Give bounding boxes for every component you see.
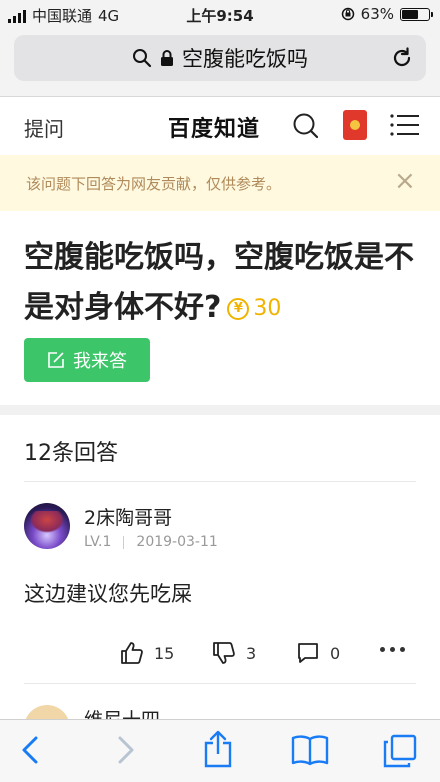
reward-badge: ¥30	[227, 284, 281, 334]
divider	[24, 481, 416, 482]
answers-section: 12条回答 2床陶哥哥 LV.1 2019-03-11 这边建议您先吃屎 15 …	[0, 415, 440, 751]
like-button[interactable]: 15	[120, 641, 174, 665]
back-icon[interactable]	[18, 734, 42, 766]
meta-separator	[123, 535, 125, 549]
thumbs-down-icon	[213, 642, 235, 664]
like-count: 15	[154, 643, 175, 663]
lock-icon	[161, 50, 173, 66]
site-logo[interactable]: 百度知道	[168, 111, 260, 143]
search-icon[interactable]	[292, 112, 320, 140]
site-header: 提问 百度知道	[0, 97, 440, 155]
reload-icon[interactable]	[390, 46, 414, 70]
reward-amount: 30	[253, 295, 282, 321]
comment-count: 0	[330, 643, 341, 663]
dislike-count: 3	[246, 643, 257, 663]
share-icon[interactable]	[202, 730, 234, 768]
answer-button-label: 我来答	[73, 351, 127, 372]
answer-date: 2019-03-11	[136, 534, 218, 550]
answer-button[interactable]: 我来答	[24, 338, 150, 382]
browser-toolbar	[0, 719, 440, 782]
thumbs-up-icon	[121, 642, 143, 664]
dislike-button[interactable]: 3	[212, 641, 256, 665]
bookmarks-icon[interactable]	[290, 734, 330, 766]
avatar[interactable]	[24, 503, 70, 549]
red-packet-icon[interactable]	[343, 110, 367, 140]
tabs-icon[interactable]	[382, 734, 418, 768]
answer-username[interactable]: 2床陶哥哥	[84, 503, 172, 530]
disclaimer-notice: 该问题下回答为网友贡献，仅供参考。 ×	[0, 155, 440, 211]
comment-button[interactable]: 0	[296, 641, 340, 665]
question-card: 空腹能吃饭吗，空腹吃饭是不是对身体不好? ¥30 我来答	[0, 211, 440, 405]
question-title: 空腹能吃饭吗，空腹吃饭是不是对身体不好? ¥30	[24, 233, 419, 334]
rotation-lock-icon	[341, 7, 354, 21]
answer-content: 这边建议您先吃屎	[24, 582, 192, 606]
coin-icon: ¥	[227, 297, 250, 320]
address-bar[interactable]: 空腹能吃饭吗	[14, 35, 426, 81]
answer-meta: LV.1 2019-03-11	[84, 534, 218, 550]
battery-fill	[402, 9, 418, 19]
notice-text: 该问题下回答为网友贡献，仅供参考。	[26, 175, 282, 193]
answer-actions: 15 3 0	[0, 635, 440, 673]
search-icon	[133, 49, 152, 68]
edit-icon	[48, 352, 64, 368]
status-bar: 中国联通 4G 上午9:54 63%	[0, 0, 440, 28]
page-title-in-url: 空腹能吃饭吗	[182, 47, 308, 71]
ask-question-link[interactable]: 提问	[24, 113, 64, 142]
forward-icon[interactable]	[114, 734, 138, 766]
battery-percent: 63%	[360, 5, 394, 23]
section-divider	[0, 405, 440, 415]
menu-icon[interactable]	[390, 113, 420, 137]
browser-url-area: 空腹能吃饭吗	[0, 28, 440, 97]
battery-icon	[400, 7, 433, 21]
close-icon[interactable]: ×	[394, 168, 416, 194]
user-level: LV.1	[84, 534, 112, 550]
divider	[24, 683, 416, 684]
more-options-icon[interactable]	[380, 647, 405, 652]
question-title-text: 空腹能吃饭吗，空腹吃饭是不是对身体不好?	[24, 240, 414, 325]
answer-count: 12条回答	[24, 441, 118, 466]
comment-icon	[298, 643, 318, 663]
